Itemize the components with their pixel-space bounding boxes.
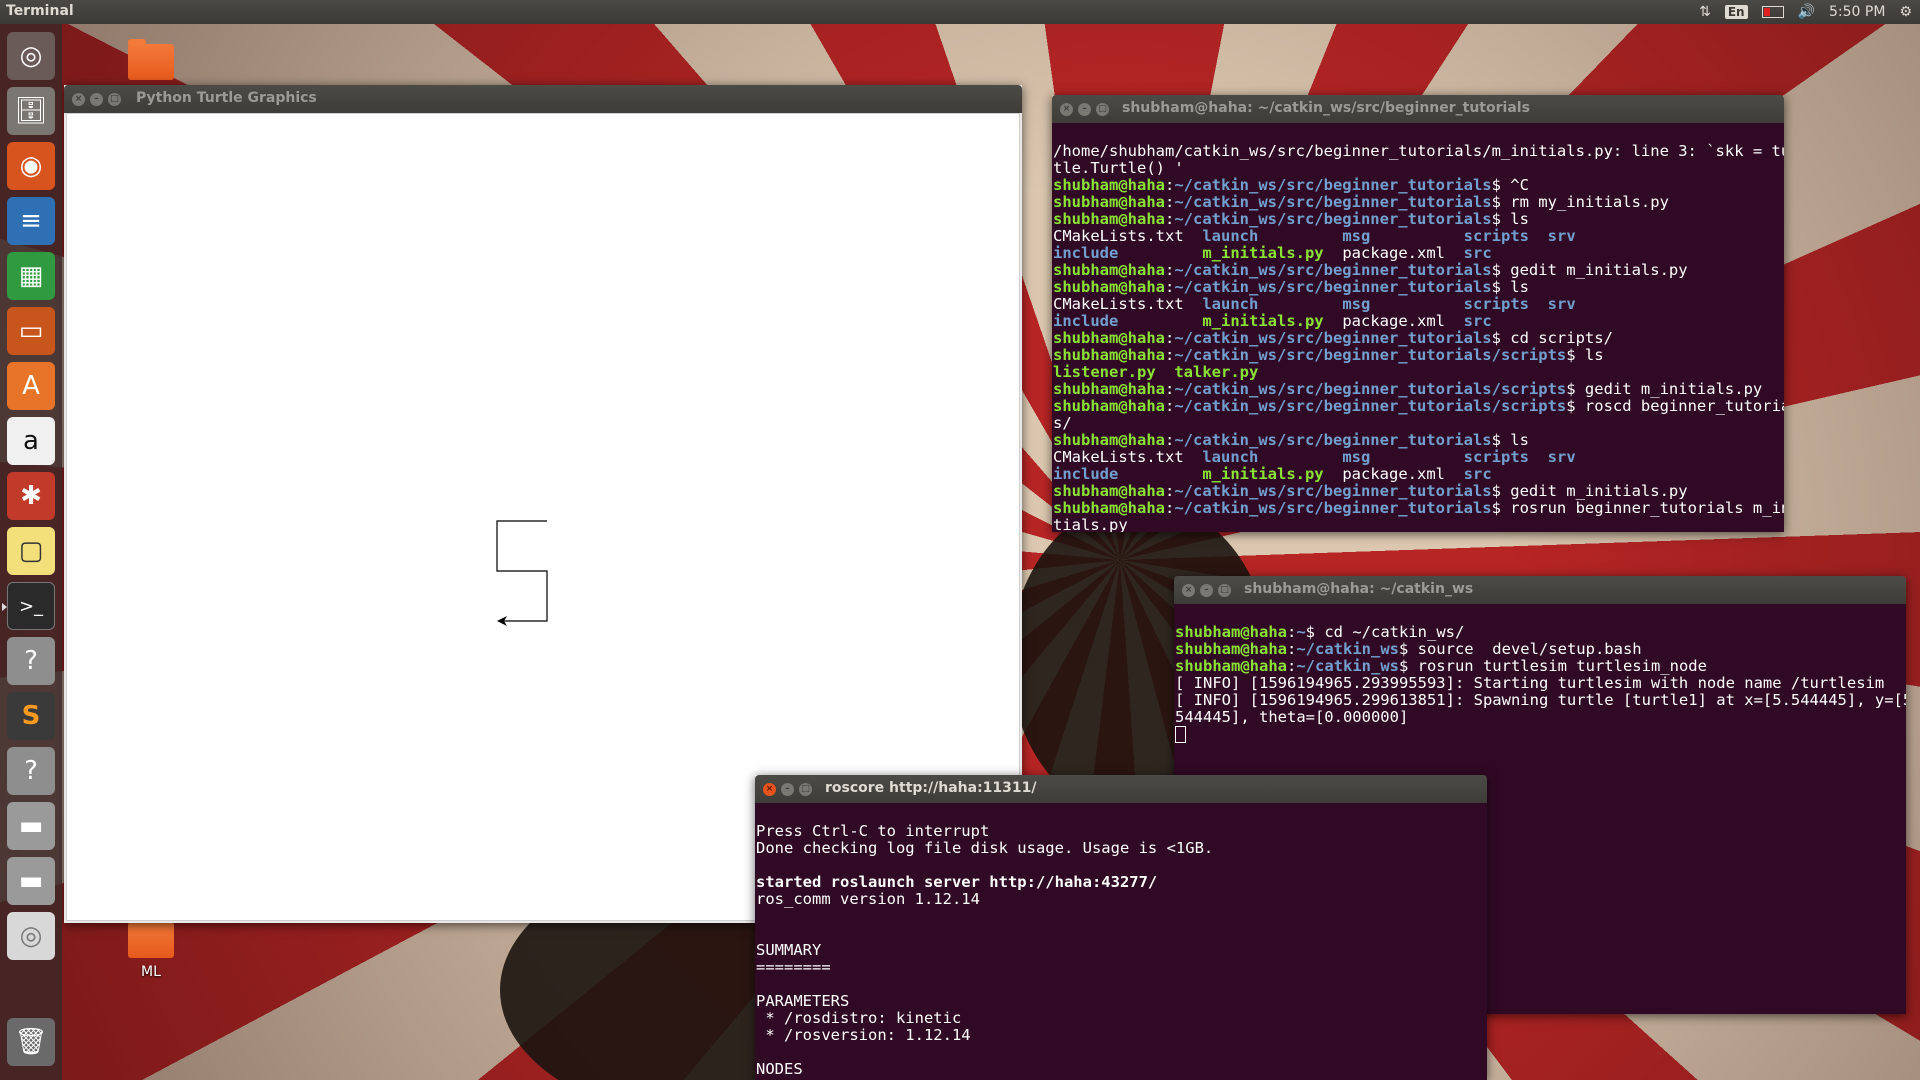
terminal-line: tials.py [1053, 516, 1128, 533]
disk-icon-2[interactable]: ▬ [7, 857, 55, 905]
firefox-icon[interactable]: ◉ [7, 142, 55, 190]
dash-icon[interactable]: ◎ [7, 32, 55, 80]
close-icon[interactable]: × [763, 783, 776, 796]
close-icon[interactable]: × [1182, 584, 1195, 597]
terminal-line: [ INFO] [1596194965.299613851]: Spawning… [1175, 691, 1906, 709]
terminal1-titlebar[interactable]: × – □ shubham@haha: ~/catkin_ws/src/begi… [1052, 95, 1784, 123]
maximize-icon[interactable]: □ [108, 93, 121, 106]
terminal-line: ros_comm version 1.12.14 [756, 890, 980, 908]
close-icon[interactable]: × [1060, 103, 1073, 116]
unknown-app-icon[interactable]: ? [7, 637, 55, 685]
terminal-line: started roslaunch server http://haha:432… [756, 873, 1158, 891]
maximize-icon[interactable]: □ [1218, 584, 1231, 597]
terminal3-title: roscore http://haha:11311/ [825, 780, 1037, 796]
desktop-folder-ml-label: ML [141, 964, 161, 980]
ls-output-line: include m_initials.py package.xml src [1053, 244, 1492, 262]
ls-output-line: include m_initials.py package.xml src [1053, 465, 1492, 483]
terminal1-output[interactable]: /home/shubham/catkin_ws/src/beginner_tut… [1052, 123, 1784, 532]
calc-icon[interactable]: ▦ [7, 252, 55, 300]
ls-output-line: CMakeLists.txt launch msg scripts srv [1053, 295, 1576, 313]
terminal-line: [ INFO] [1596194965.293995593]: Starting… [1175, 674, 1885, 692]
terminal-line: * /rosversion: 1.12.14 [756, 1026, 971, 1044]
terminal-line: shubham@haha:~/catkin_ws/src/beginner_tu… [1053, 482, 1688, 500]
terminal-line: ======== [756, 958, 831, 976]
terminal-line: s/ [1053, 414, 1072, 432]
terminal-cursor [1175, 726, 1186, 743]
maximize-icon[interactable]: □ [799, 783, 812, 796]
terminal-line: shubham@haha:~/catkin_ws/src/beginner_tu… [1053, 261, 1688, 279]
amazon-icon[interactable]: a [7, 417, 55, 465]
unknown-app-icon-2[interactable]: ? [7, 747, 55, 795]
ls-output-line: include m_initials.py package.xml src [1053, 312, 1492, 330]
impress-icon[interactable]: ▭ [7, 307, 55, 355]
launcher: ◎ 🗄 ◉ ≡ ▦ ▭ A a ✱ ▢ >_ ? S ? ▬ ▬ ◎ 🗑 [0, 24, 62, 1080]
writer-icon[interactable]: ≡ [7, 197, 55, 245]
turtle-window-titlebar[interactable]: × – □ Python Turtle Graphics [64, 85, 1022, 113]
desktop-folder-ml[interactable]: ML [111, 917, 191, 980]
terminal-line: shubham@haha:~/catkin_ws/src/beginner_tu… [1053, 397, 1784, 415]
terminal-line: 544445], theta=[0.000000] [1175, 708, 1409, 726]
terminal-line: shubham@haha:~/catkin_ws/src/beginner_tu… [1053, 431, 1529, 449]
terminal-line: Press Ctrl-C to interrupt [756, 822, 990, 840]
terminal-line: SUMMARY [756, 941, 822, 959]
terminal1-title: shubham@haha: ~/catkin_ws/src/beginner_t… [1122, 100, 1530, 116]
terminal-line: shubham@haha:~/catkin_ws/src/beginner_tu… [1053, 346, 1604, 364]
battery-icon[interactable] [1761, 6, 1784, 18]
dvd-icon[interactable]: ◎ [7, 912, 55, 960]
desktop-folder-icon[interactable] [111, 39, 191, 80]
terminal3-titlebar[interactable]: × – □ roscore http://haha:11311/ [755, 775, 1487, 803]
files-icon[interactable]: 🗄 [7, 87, 55, 135]
clock[interactable]: 5:50 PM [1829, 4, 1885, 20]
disk-icon[interactable]: ▬ [7, 802, 55, 850]
keyboard-layout-indicator[interactable]: En [1724, 5, 1748, 19]
terminal2-title: shubham@haha: ~/catkin_ws [1244, 581, 1474, 597]
ls-output-line: CMakeLists.txt launch msg scripts srv [1053, 448, 1576, 466]
network-icon[interactable]: ⇅ [1699, 4, 1711, 20]
minimize-icon[interactable]: – [1078, 103, 1091, 116]
terminal-line: shubham@haha:~/catkin_ws/src/beginner_tu… [1053, 329, 1613, 347]
maximize-icon[interactable]: □ [1096, 103, 1109, 116]
close-icon[interactable]: × [72, 93, 85, 106]
minimize-icon[interactable]: – [1200, 584, 1213, 597]
terminal-line: shubham@haha:~/catkin_ws/src/beginner_tu… [1053, 176, 1529, 194]
terminal-line: Done checking log file disk usage. Usage… [756, 839, 1214, 857]
terminal-line: tle.Turtle() ' [1053, 159, 1184, 177]
terminal-line: shubham@haha:~/catkin_ws$ source devel/s… [1175, 640, 1642, 658]
terminal-line: shubham@haha:~/catkin_ws/src/beginner_tu… [1053, 210, 1529, 228]
minimize-icon[interactable]: – [781, 783, 794, 796]
terminal-roscore: × – □ roscore http://haha:11311/ Press C… [755, 775, 1487, 1080]
top-panel: Terminal ⇅ En 🔊 5:50 PM ⚙ [0, 0, 1920, 24]
ls-output-line: listener.py talker.py [1053, 363, 1259, 381]
gear-icon[interactable]: ⚙ [1899, 4, 1912, 20]
minimize-icon[interactable]: – [90, 93, 103, 106]
terminal-line: NODES [756, 1060, 803, 1078]
terminal-line: /home/shubham/catkin_ws/src/beginner_tut… [1053, 142, 1784, 160]
active-app-title: Terminal [6, 3, 74, 19]
terminal-line: shubham@haha:~/catkin_ws/src/beginner_tu… [1053, 380, 1763, 398]
terminal-line: shubham@haha:~/catkin_ws/src/beginner_tu… [1053, 193, 1669, 211]
terminal-line: PARAMETERS [756, 992, 850, 1010]
turtle-window-title: Python Turtle Graphics [136, 90, 317, 106]
terminal2-titlebar[interactable]: × – □ shubham@haha: ~/catkin_ws [1174, 576, 1906, 604]
terminal-line: * /rosdistro: kinetic [756, 1009, 962, 1027]
system-settings-icon[interactable]: ✱ [7, 472, 55, 520]
terminal-line: shubham@haha:~/catkin_ws$ rosrun turtles… [1175, 657, 1707, 675]
notes-icon[interactable]: ▢ [7, 527, 55, 575]
ls-output-line: CMakeLists.txt launch msg scripts srv [1053, 227, 1576, 245]
trash-icon[interactable]: 🗑 [7, 1018, 55, 1066]
software-center-icon[interactable]: A [7, 362, 55, 410]
terminal3-output[interactable]: Press Ctrl-C to interrupt Done checking l… [755, 803, 1487, 1080]
terminal-beginner-tutorials: × – □ shubham@haha: ~/catkin_ws/src/begi… [1052, 95, 1784, 532]
terminal-line: shubham@haha:~/catkin_ws/src/beginner_tu… [1053, 499, 1784, 517]
volume-icon[interactable]: 🔊 [1798, 4, 1815, 20]
terminal-line: shubham@haha:~/catkin_ws/src/beginner_tu… [1053, 278, 1529, 296]
terminal-line: shubham@haha:~$ cd ~/catkin_ws/ [1175, 623, 1465, 641]
sublime-text-icon[interactable]: S [7, 692, 55, 740]
terminal-icon[interactable]: >_ [2, 582, 55, 630]
